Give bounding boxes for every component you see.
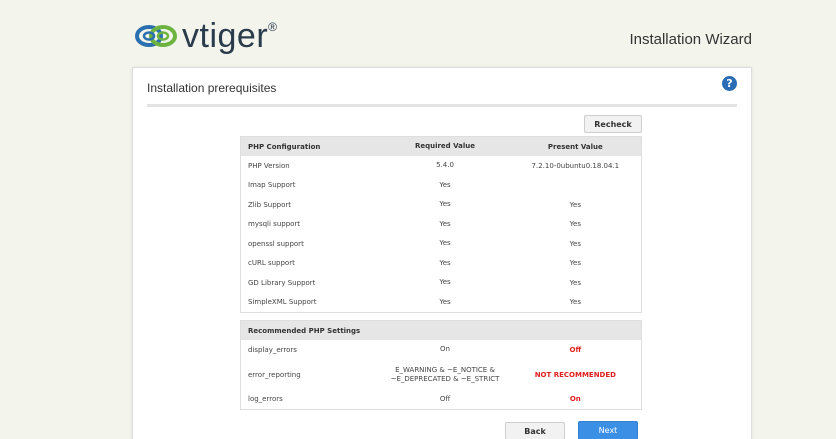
setting-name: log_errors [248,395,283,404]
table-row: Imap Support Yes [241,176,641,196]
recommended-settings-table: Recommended PHP Settings display_errors … [240,320,642,410]
table-row: GD Library Support Yes Yes [241,273,641,293]
help-icon[interactable]: ? [722,76,737,91]
present-value-warning: On [569,395,581,404]
setting-name: Zlib Support [248,200,292,209]
setting-name: SimpleXML Support [248,298,317,307]
required-value-line: ~E_DEPRECATED & ~E_STRICT [390,374,500,383]
required-value: Yes [439,200,451,209]
table-row: openssl support Yes Yes [241,234,641,254]
column-header-recommended: Recommended PHP Settings [248,326,361,335]
table-row: PHP Version 5.4.0 7.2.10-0ubuntu0.18.04.… [241,156,641,176]
php-config-table: PHP Configuration Required Value Present… [240,136,642,313]
back-button[interactable]: Back [505,422,565,439]
required-value: Off [439,394,451,403]
setting-name: display_errors [248,345,297,354]
required-value-line: E_WARNING & ~E_NOTICE & [395,365,495,374]
required-value: Yes [439,258,451,267]
column-header-required: Required Value [414,142,476,150]
required-value: Yes [439,297,451,306]
required-value: Yes [439,180,451,189]
setting-name: openssl support [248,239,304,248]
table-row: cURL support Yes Yes [241,254,641,274]
present-value: Yes [569,200,581,209]
present-value: Yes [569,298,581,307]
table-header: PHP Configuration Required Value Present… [241,137,641,156]
wizard-title: Installation Wizard [629,31,752,48]
setting-name: mysqli support [248,220,301,229]
logo-text: vtiger® [182,17,278,55]
table-header: Recommended PHP Settings [241,321,641,340]
table-row: mysqli support Yes Yes [241,215,641,235]
present-value: Yes [569,239,581,248]
required-value: Yes [439,239,451,248]
setting-name: Imap Support [248,181,296,190]
card-title: Installation prerequisites [147,81,277,95]
logo: vtiger® [134,16,277,56]
setting-name: PHP Version [248,161,290,170]
present-value: Yes [569,278,581,287]
next-button[interactable]: Next [578,421,638,439]
present-value: Yes [569,220,581,229]
table-row: display_errors On Off [241,340,641,360]
recheck-button[interactable]: Recheck [584,115,642,133]
required-value: 5.4.0 [436,161,454,170]
present-value: 7.2.10-0ubuntu0.18.04.1 [531,161,620,170]
title-divider [147,104,737,107]
table-row: log_errors Off On [241,390,641,410]
table-row: Zlib Support Yes Yes [241,195,641,215]
column-header-configuration: PHP Configuration [248,142,321,151]
table-row: error_reporting E_WARNING & ~E_NOTICE & … [241,360,641,390]
required-value: E_WARNING & ~E_NOTICE & ~E_DEPRECATED & … [380,366,509,384]
prerequisites-card: Installation prerequisites ? Recheck PHP… [132,67,752,439]
setting-name: GD Library Support [248,278,316,287]
required-value: On [440,345,450,354]
present-value-warning: NOT RECOMMENDED [534,370,616,379]
setting-name: cURL support [248,259,295,268]
vtiger-logo-icon [135,25,177,47]
required-value: Yes [439,278,451,287]
table-row: SimpleXML Support Yes Yes [241,293,641,313]
setting-name: error_reporting [248,370,301,379]
present-value: Yes [569,259,581,268]
present-value-warning: Off [569,345,582,354]
required-value: Yes [439,219,451,228]
column-header-present: Present Value [547,142,603,151]
